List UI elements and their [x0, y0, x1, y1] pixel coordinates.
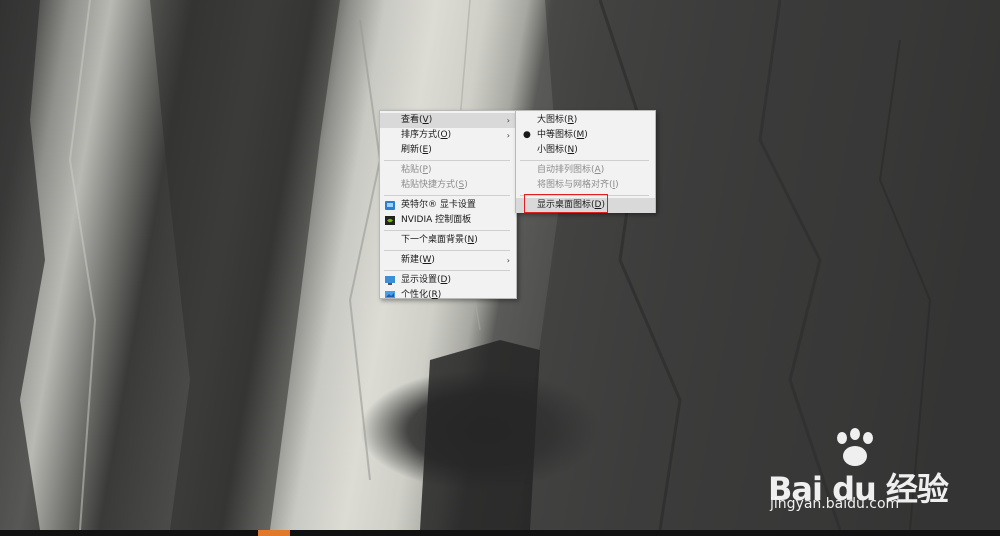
- display-settings-icon: [385, 276, 395, 285]
- menu-item-suffix: ): [437, 290, 442, 300]
- submenu-item-align-to-grid[interactable]: 将图标与网格对齐(I): [516, 178, 655, 193]
- menu-item-suffix: ): [431, 255, 435, 265]
- menu-item-suffix: ): [474, 235, 478, 245]
- menu-item-suffix: ): [428, 145, 432, 155]
- menu-item-next-background[interactable]: 下一个桌面背景(N): [380, 233, 516, 248]
- menu-item-suffix: ): [464, 180, 468, 190]
- menu-item-label: 个性化(: [401, 290, 432, 300]
- menu-item-suffix: ): [584, 130, 588, 140]
- menu-item-suffix: ): [574, 145, 578, 155]
- menu-item-label: 查看(: [401, 115, 423, 125]
- menu-item-suffix: ): [615, 180, 619, 190]
- menu-item-refresh[interactable]: 刷新(E): [380, 143, 516, 158]
- watermark-url: jingyan.baidu.com: [770, 496, 900, 512]
- menu-item-label: 大图标(: [537, 115, 568, 125]
- menu-item-intel-graphics[interactable]: 英特尔® 显卡设置: [380, 198, 516, 213]
- menu-separator: [384, 270, 510, 271]
- chevron-right-icon: ›: [506, 131, 510, 140]
- menu-item-label: 自动排列图标(: [537, 165, 595, 175]
- menu-item-paste-shortcut[interactable]: 粘贴快捷方式(S): [380, 178, 516, 193]
- menu-item-suffix: ): [600, 165, 605, 175]
- menu-item-label: 显示设置(: [401, 275, 441, 285]
- menu-separator: [384, 195, 510, 196]
- submenu-item-auto-arrange[interactable]: 自动排列图标(A): [516, 163, 655, 178]
- paw-logo-icon: [837, 428, 873, 466]
- menu-item-label: 下一个桌面背景(: [401, 235, 468, 245]
- baidu-jingyan-watermark: Bai du 经验 jingyan.baidu.com: [760, 428, 960, 518]
- menu-item-label: 刷新(: [401, 145, 423, 155]
- selected-bullet-icon: ●: [523, 130, 531, 140]
- menu-item-suffix: ): [573, 115, 578, 125]
- menu-item-label: 粘贴快捷方式(: [401, 180, 459, 190]
- menu-item-sort-by[interactable]: 排序方式(O) ›: [380, 128, 516, 143]
- menu-item-paste[interactable]: 粘贴(P): [380, 163, 516, 178]
- taskbar[interactable]: [0, 530, 1000, 536]
- submenu-item-medium-icons[interactable]: ● 中等图标(M): [516, 128, 655, 143]
- menu-item-label: 粘贴(: [401, 165, 423, 175]
- menu-item-suffix: ): [447, 275, 451, 285]
- menu-item-new[interactable]: 新建(W) ›: [380, 253, 516, 268]
- chevron-right-icon: ›: [506, 116, 510, 125]
- intel-graphics-icon: [385, 201, 395, 210]
- menu-item-label: NVIDIA 控制面板: [401, 215, 472, 225]
- desktop-context-menu: 查看(V) › 排序方式(O) › 刷新(E) 粘贴(P) 粘贴快捷方式(S) …: [379, 110, 517, 300]
- menu-item-personalize[interactable]: 个性化(R): [380, 288, 516, 303]
- nvidia-icon: [385, 216, 395, 225]
- submenu-item-small-icons[interactable]: 小图标(N): [516, 143, 655, 158]
- menu-item-label: 英特尔® 显卡设置: [401, 200, 476, 210]
- menu-separator: [520, 160, 649, 161]
- menu-item-suffix: ): [427, 165, 432, 175]
- menu-item-suffix: ): [428, 115, 433, 125]
- personalize-icon: [385, 291, 395, 298]
- menu-item-label: 小图标(: [537, 145, 568, 155]
- menu-item-label: 新建(: [401, 255, 423, 265]
- menu-item-label: 中等图标(: [537, 130, 577, 140]
- menu-item-suffix: ): [447, 130, 452, 140]
- menu-item-label: 排序方式(: [401, 130, 441, 140]
- menu-item-label: 将图标与网格对齐(: [537, 180, 613, 190]
- menu-separator: [384, 250, 510, 251]
- taskbar-active-app-indicator[interactable]: [258, 530, 290, 536]
- submenu-item-large-icons[interactable]: 大图标(R): [516, 113, 655, 128]
- menu-item-view[interactable]: 查看(V) ›: [380, 113, 516, 128]
- menu-item-nvidia-control-panel[interactable]: NVIDIA 控制面板: [380, 213, 516, 228]
- menu-item-accesskey: O: [440, 130, 448, 140]
- chevron-right-icon: ›: [506, 256, 510, 265]
- menu-separator: [384, 160, 510, 161]
- annotation-highlight-box: [524, 194, 608, 213]
- menu-separator: [384, 230, 510, 231]
- menu-item-display-settings[interactable]: 显示设置(D): [380, 273, 516, 288]
